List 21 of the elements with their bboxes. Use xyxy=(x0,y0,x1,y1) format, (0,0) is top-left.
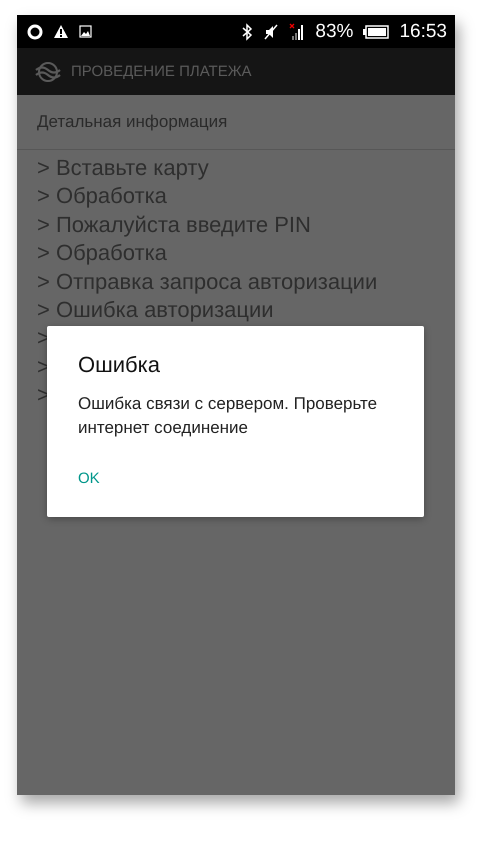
section-title: Детальная информация xyxy=(37,112,228,132)
log-line: > Вставьте карту xyxy=(37,154,210,182)
signal-icon xyxy=(289,22,306,40)
dialog-message: Ошибка связи с сервером. Проверьте интернет соединение xyxy=(78,393,378,439)
log-line: > Обработка xyxy=(37,182,168,210)
bluetooth-icon xyxy=(241,22,254,40)
log-line: > Обработка xyxy=(37,239,168,268)
muted-speaker-icon xyxy=(263,22,280,40)
circle-icon xyxy=(27,24,43,40)
dialog-title: Ошибка xyxy=(78,352,161,378)
warning-icon xyxy=(53,24,69,39)
log-line: > Отправка запроса авторизации xyxy=(37,268,378,296)
app-title: ПРОВЕДЕНИЕ ПЛАТЕЖА xyxy=(71,63,252,80)
ok-button[interactable]: OK xyxy=(66,462,112,495)
battery-icon xyxy=(363,24,390,38)
wave-logo-icon xyxy=(35,60,61,82)
clock-time: 16:53 xyxy=(399,20,447,42)
image-icon xyxy=(79,25,92,38)
log-line: > Ошибка авторизации xyxy=(37,296,275,324)
battery-percent: 83% xyxy=(315,20,354,42)
log-line: > Пожалуйста введите PIN xyxy=(37,210,312,239)
